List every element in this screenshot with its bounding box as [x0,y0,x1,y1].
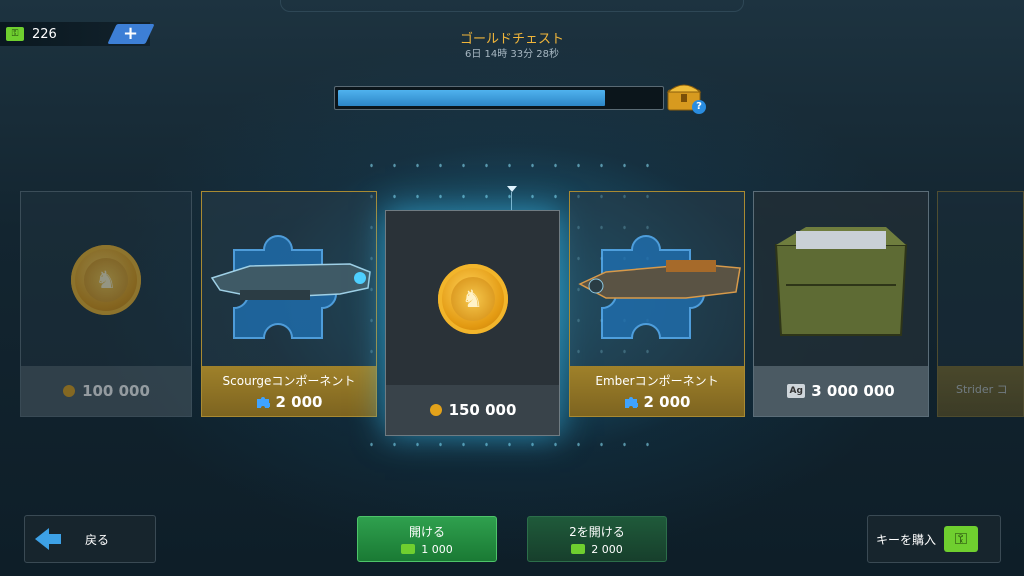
card-price: 100 000 [62,382,150,400]
silver-crate-icon [774,227,908,336]
reward-card-ember[interactable]: Emberコンポーネント 2 000 [569,191,745,417]
card-price: Ag 3 000 000 [787,382,895,400]
top-frame [280,0,744,12]
puzzle-icon [624,396,638,408]
scourge-weapon-icon [210,263,371,300]
open-two-label: 2を開ける [569,524,625,539]
silver-icon: Ag [787,384,806,398]
card-footer: 150 000 [386,385,559,435]
reward-card-silver[interactable]: Ag 3 000 000 [753,191,929,417]
open-two-button[interactable]: 2を開ける 2 000 [527,516,667,562]
key-icon: ⚿ [944,526,979,552]
card-price: 150 000 [429,401,516,419]
medal-icon: ♞ [71,245,141,315]
ember-weapon-icon [578,260,741,299]
info-icon[interactable]: ? [692,100,706,114]
card-label: Strider コ [956,383,1008,396]
selector-line [511,192,512,210]
reward-card-scourge[interactable]: Scourgeコンポーネント 2 000 [201,191,377,417]
back-label: 戻る [85,532,110,547]
card-price: 2 000 [624,393,690,411]
card-label: Emberコンポーネント [595,373,719,388]
reward-card-1[interactable]: ♞ 100 000 [20,191,192,417]
reward-card-strider[interactable]: Strider コ [937,191,1024,417]
card-art [570,192,744,368]
open-cost: 1 000 [401,543,453,556]
puzzle-icon [256,396,270,408]
medal-icon [429,404,442,416]
open-button[interactable]: 開ける 1 000 [357,516,497,562]
card-art: ♞ [386,211,559,387]
card-art [754,192,928,368]
card-footer: Ag 3 000 000 [754,366,928,416]
card-price: 2 000 [256,393,322,411]
medal-icon: ♞ [437,264,508,334]
key-icon [571,544,586,554]
back-arrow-icon [35,528,61,550]
progress-fill [338,90,606,106]
card-art [202,192,376,368]
reward-card-selected[interactable]: ♞ 150 000 [385,210,560,436]
open-label: 開ける [408,524,445,539]
chest-timer: 6日 14時 33分 28秒 [464,49,560,60]
key-icon [401,544,416,554]
card-footer: Strider コ [938,366,1023,416]
card-art: ♞ [21,192,191,368]
buy-keys-button[interactable]: キーを購入 ⚿ [867,515,1001,563]
medal-icon [63,385,76,397]
card-label: Scourgeコンポーネント [222,373,356,388]
card-footer: Emberコンポーネント 2 000 [570,366,744,416]
open-two-cost: 2 000 [571,543,623,556]
card-footer: Scourgeコンポーネント 2 000 [202,366,376,416]
card-footer: 100 000 [21,366,191,416]
back-button[interactable]: 戻る [24,515,156,563]
selector-pointer-icon [507,186,517,192]
chest-progress-bar [334,86,664,110]
buy-keys-label: キーを購入 [876,532,937,547]
